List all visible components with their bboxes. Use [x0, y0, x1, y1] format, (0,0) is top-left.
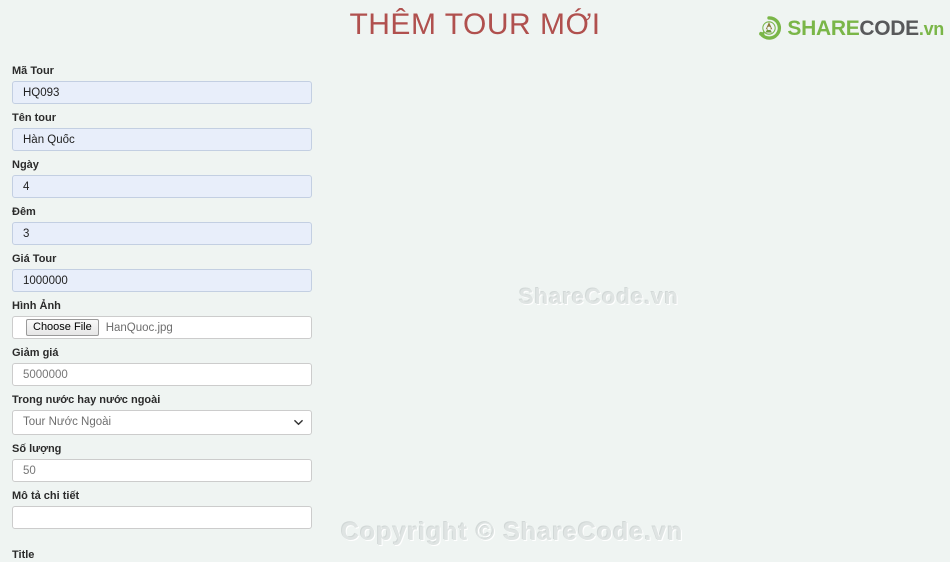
selected-file-name: HanQuoc.jpg	[105, 321, 173, 334]
label-hinh-anh: Hình Ảnh	[12, 300, 61, 312]
logo-code-text: CODE	[859, 16, 919, 40]
add-tour-form: Mã Tour Tên tour Ngày Đêm Giá Tour Hình …	[12, 64, 312, 536]
logo-share-text: SHARE	[787, 16, 860, 40]
choose-file-button[interactable]: Choose File	[26, 319, 99, 336]
field-group-gia-tour: Giá Tour	[12, 252, 312, 292]
label-ngay: Ngày	[12, 159, 39, 171]
field-group-so-luong: Số lượng	[12, 442, 312, 482]
field-group-hinh-anh: Hình Ảnh Choose File HanQuoc.jpg	[12, 299, 312, 339]
label-dem: Đêm	[12, 206, 36, 218]
input-so-luong[interactable]	[12, 459, 312, 482]
field-group-giam-gia: Giảm giá	[12, 346, 312, 386]
field-group-ngay: Ngày	[12, 158, 312, 198]
field-group-mo-ta: Mô tả chi tiết	[12, 489, 312, 529]
label-title-clipped: Title	[12, 549, 35, 561]
input-mo-ta[interactable]	[12, 506, 312, 529]
label-giam-gia: Giảm giá	[12, 347, 59, 359]
label-loai-tour: Trong nước hay nước ngoài	[12, 394, 161, 406]
label-ten-tour: Tên tour	[12, 112, 56, 124]
field-group-ten-tour: Tên tour	[12, 111, 312, 151]
page-header: THÊM TOUR MỚI SHARECODE.vn	[0, 0, 950, 56]
input-ma-tour[interactable]	[12, 81, 312, 104]
input-ngay[interactable]	[12, 175, 312, 198]
label-gia-tour: Giá Tour	[12, 253, 57, 265]
sharecode-recycle-icon	[759, 16, 782, 40]
watermark-center: ShareCode.vn	[519, 284, 679, 309]
logo-tld-text: .vn	[918, 18, 944, 39]
input-giam-gia[interactable]	[12, 363, 312, 386]
watermark-copyright: Copyright © ShareCode.vn	[341, 518, 684, 546]
input-dem[interactable]	[12, 222, 312, 245]
sharecode-logo[interactable]: SHARECODE.vn	[756, 13, 944, 43]
field-group-dem: Đêm	[12, 205, 312, 245]
logo-wordmark: SHARECODE.vn	[787, 18, 944, 39]
file-input-hinh-anh[interactable]: Choose File HanQuoc.jpg	[12, 316, 312, 339]
input-gia-tour[interactable]	[12, 269, 312, 292]
select-wrapper-loai-tour[interactable]: Tour Nước Ngoài	[12, 410, 312, 435]
select-loai-tour[interactable]: Tour Nước Ngoài	[12, 410, 312, 435]
field-group-ma-tour: Mã Tour	[12, 64, 312, 104]
label-mo-ta: Mô tả chi tiết	[12, 490, 80, 502]
field-group-loai-tour: Trong nước hay nước ngoài Tour Nước Ngoà…	[12, 393, 312, 435]
input-ten-tour[interactable]	[12, 128, 312, 151]
label-so-luong: Số lượng	[12, 443, 62, 455]
label-ma-tour: Mã Tour	[12, 65, 54, 77]
